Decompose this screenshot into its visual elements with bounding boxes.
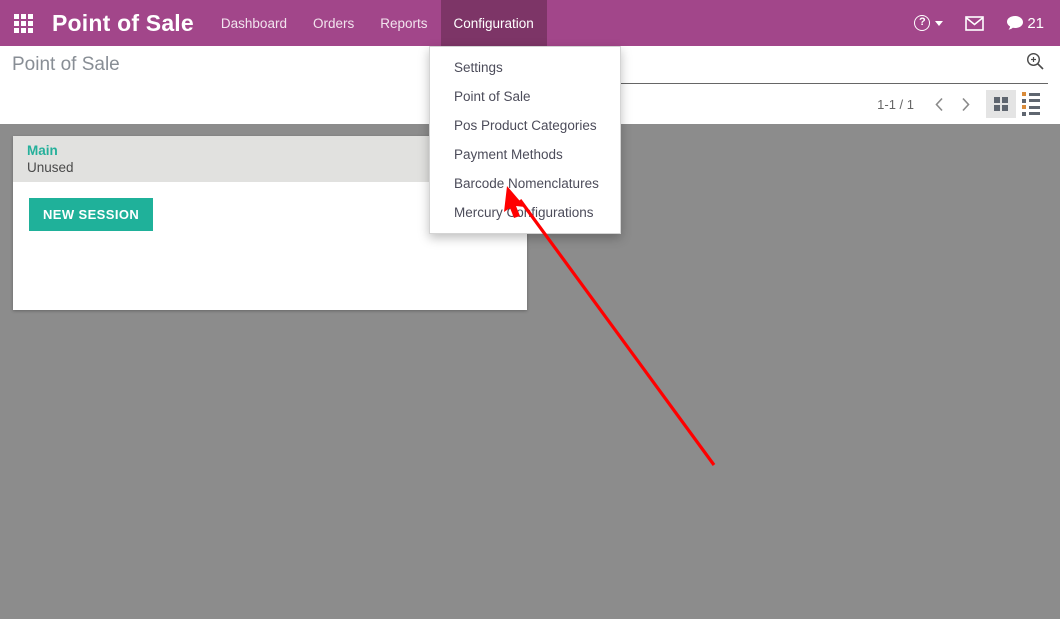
dropdown-item-point-of-sale[interactable]: Point of Sale [430,82,620,111]
chevron-right-icon [961,97,970,111]
dropdown-item-payment-methods[interactable]: Payment Methods [430,140,620,169]
top-navbar: Point of Sale Dashboard Orders Reports C… [0,0,1060,46]
pager-count: 1-1 / 1 [877,96,914,112]
menu-item-orders[interactable]: Orders [300,0,367,46]
apps-grid-icon [13,13,33,33]
view-switcher [986,90,1046,118]
search-bar[interactable] [620,48,1048,84]
main-menu: Dashboard Orders Reports Configuration [208,0,547,46]
magnifier-plus-icon[interactable] [1026,52,1044,75]
messages-button[interactable]: 21 [1006,15,1044,32]
list-view-icon [1022,92,1040,116]
dropdown-item-barcode-nomenclatures[interactable]: Barcode Nomenclatures [430,169,620,198]
chevron-down-icon [935,20,944,26]
messages-count: 21 [1027,14,1044,32]
question-mark-icon: ? [914,15,931,31]
pager: 1-1 / 1 [877,90,1046,118]
dropdown-item-settings[interactable]: Settings [430,53,620,82]
dropdown-item-pos-product-categories[interactable]: Pos Product Categories [430,111,620,140]
systray: ? 21 [914,0,1060,46]
view-toggle-list[interactable] [1016,90,1046,118]
pager-next-button[interactable] [952,91,978,117]
page-title: Point of Sale [12,54,120,75]
menu-item-configuration[interactable]: Configuration [440,0,547,46]
dropdown-item-mercury-configurations[interactable]: Mercury Configurations [430,198,620,227]
help-menu-button[interactable]: ? [914,15,944,31]
view-toggle-kanban[interactable] [986,90,1016,118]
new-session-button[interactable]: NEW SESSION [29,198,154,231]
envelope-icon [965,15,985,31]
speech-bubble-icon [1007,16,1024,30]
pager-previous-button[interactable] [926,91,952,117]
kanban-view-icon [994,97,1008,111]
app-brand-title: Point of Sale [52,9,194,36]
mail-button[interactable] [965,15,985,31]
app-root: Point of Sale Dashboard Orders Reports C… [0,0,1060,619]
menu-item-dashboard[interactable]: Dashboard [208,0,300,46]
menu-item-reports[interactable]: Reports [367,0,440,46]
configuration-dropdown-menu: Settings Point of Sale Pos Product Categ… [429,46,621,234]
apps-menu-button[interactable] [0,0,46,46]
chevron-left-icon [934,97,943,111]
